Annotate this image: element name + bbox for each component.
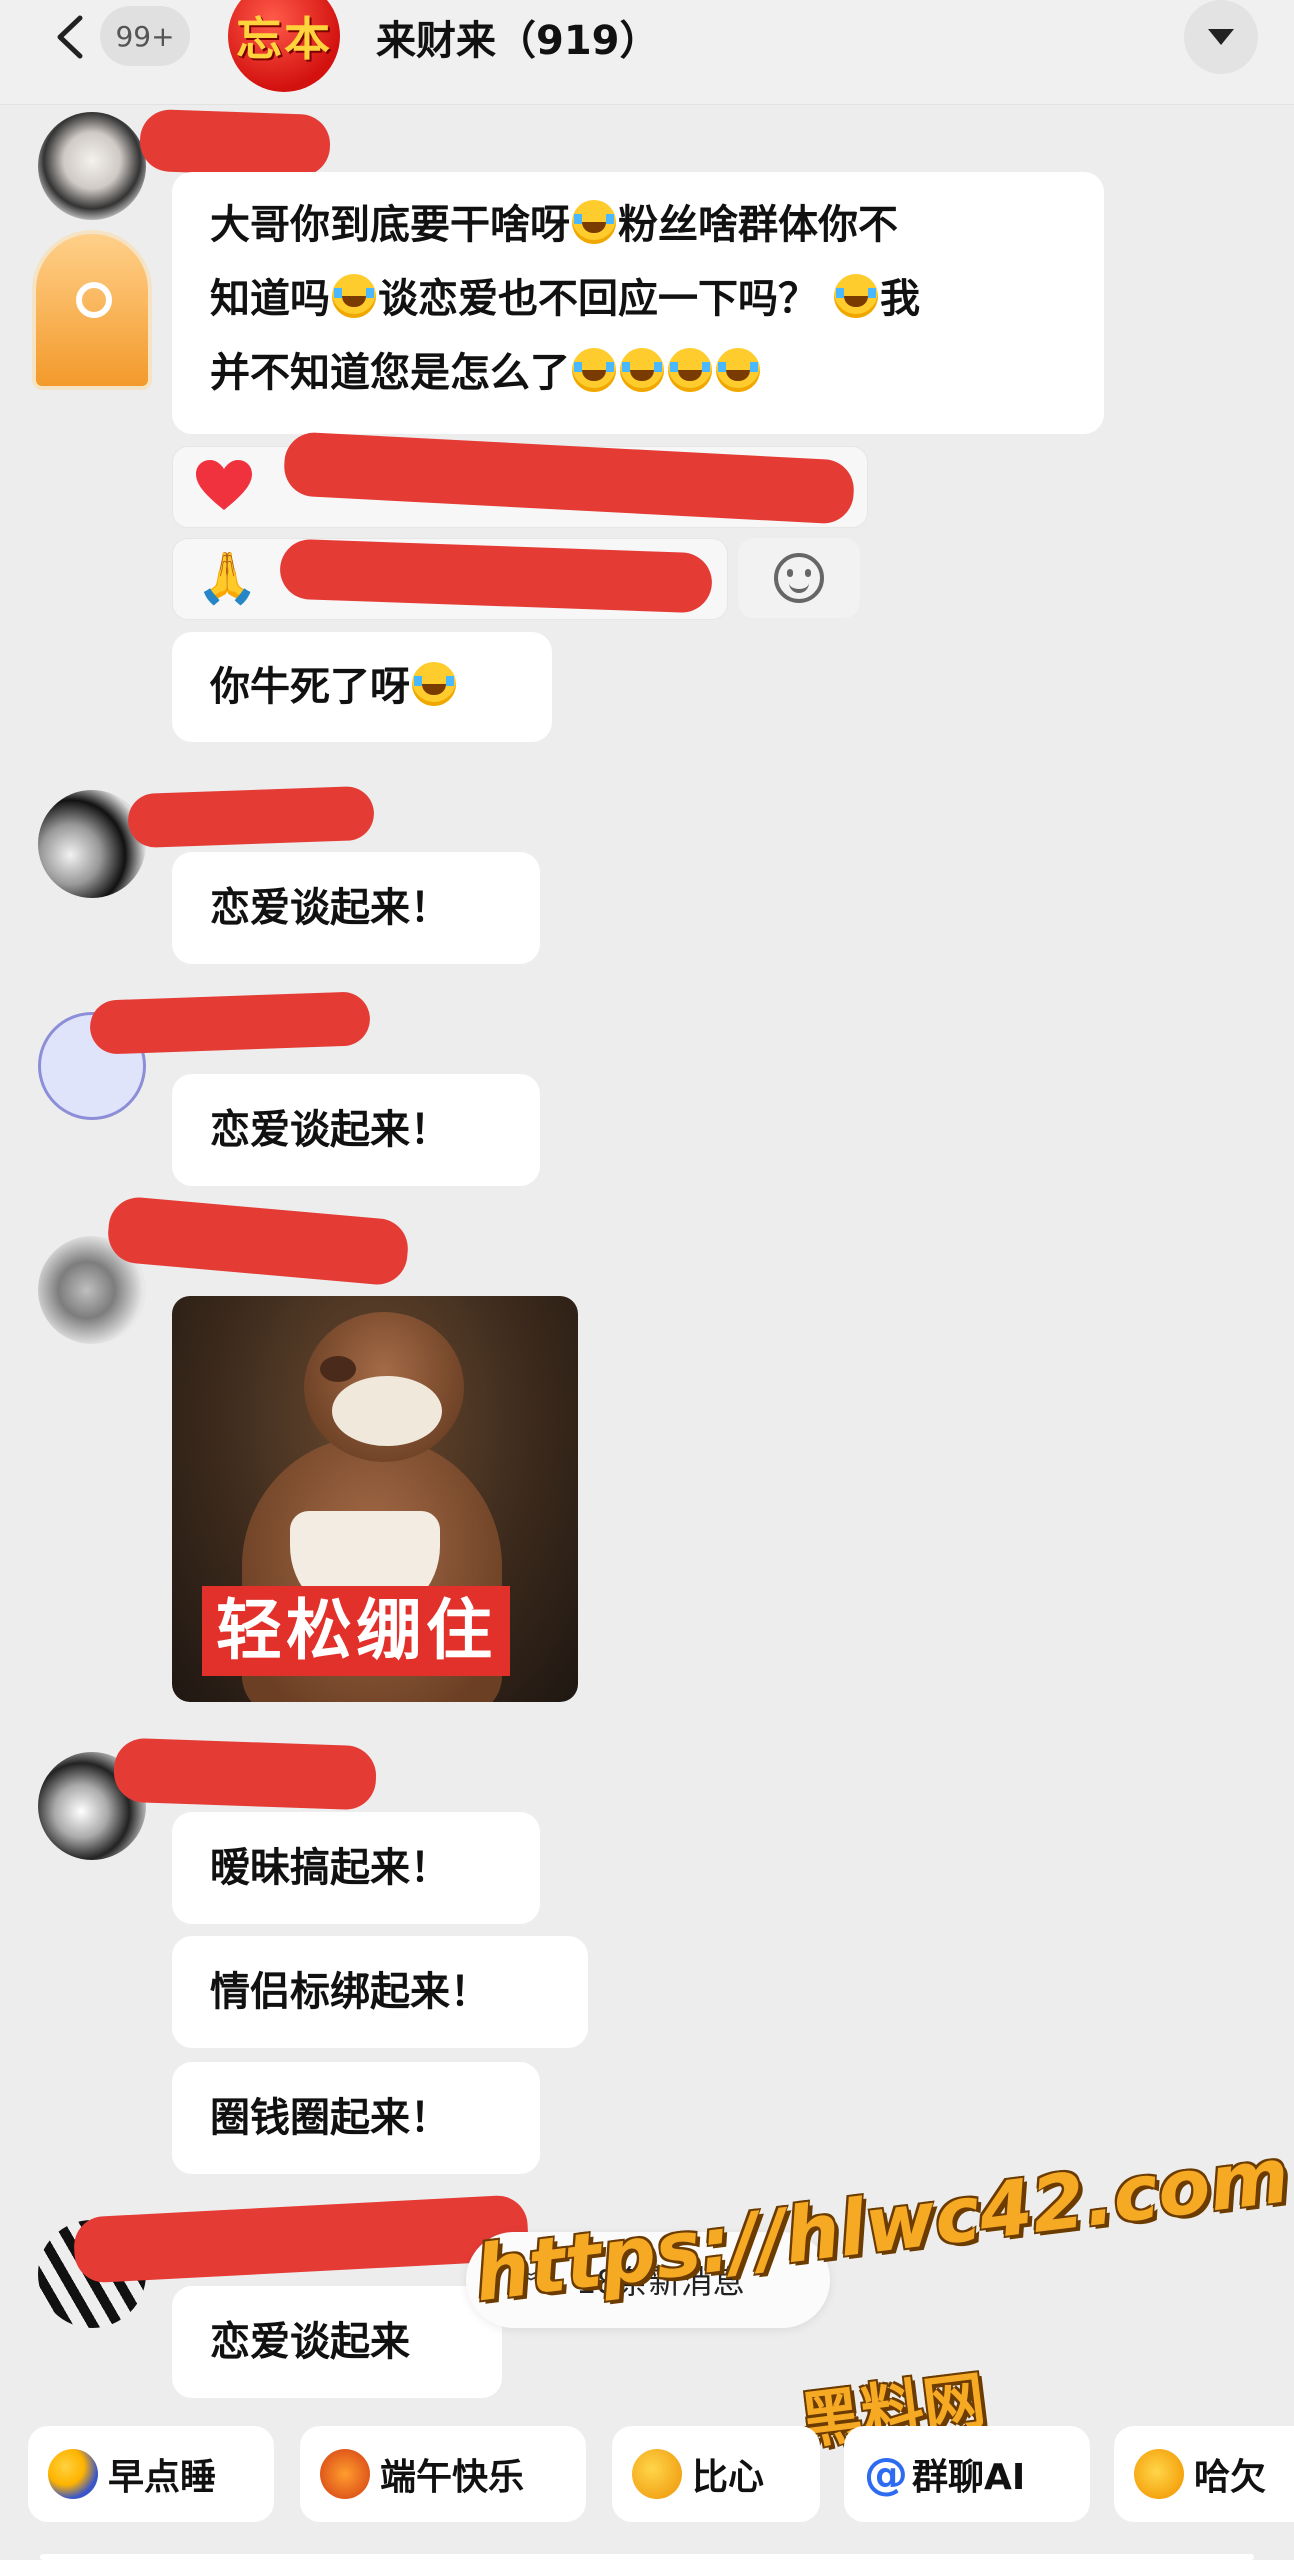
quick-reply-label: 群聊AI — [912, 2457, 1026, 2498]
yawn-icon — [1134, 2449, 1184, 2499]
message-bubble[interactable]: 大哥你到底要干啥呀 粉丝啥群体你不 知道吗 谈恋爱也不回应一下吗？ 我 并不知道您是… — [172, 172, 1104, 434]
smiley-icon — [774, 553, 824, 603]
name-redaction — [112, 1737, 378, 1811]
quick-reply-chip[interactable]: 哈欠 — [1114, 2426, 1294, 2522]
message-bubble[interactable]: 情侣标绑起来！ — [172, 1936, 588, 2048]
message-text: 大哥你到底要干啥呀 — [210, 202, 570, 248]
message-text: 情侣标绑起来！ — [210, 1969, 490, 2015]
message-bubble[interactable]: 暧昧搞起来！ — [172, 1812, 540, 1924]
door-badge-icon — [32, 230, 152, 390]
group-avatar[interactable]: 忘本 — [228, 0, 340, 92]
tears-of-joy-emoji-icon — [572, 348, 616, 392]
badge-ring-icon — [76, 282, 112, 318]
group-title[interactable]: 来财来（919） — [376, 8, 660, 66]
message-bubble[interactable]: 恋爱谈起来！ — [172, 852, 540, 964]
input-area-edge — [40, 2554, 1254, 2560]
name-redaction — [127, 785, 375, 849]
heart-reaction-icon — [196, 460, 252, 510]
dropdown-triangle-icon — [1208, 29, 1234, 45]
new-messages-label: 18条新消息 — [576, 2263, 745, 2301]
message-text: 知道吗 — [210, 276, 330, 322]
message-text: 我 — [879, 276, 920, 322]
quick-reply-chip[interactable]: 早点睡 — [28, 2426, 274, 2522]
add-reaction-button[interactable] — [738, 538, 860, 618]
avatar[interactable] — [38, 790, 146, 898]
group-avatar-text: 忘本 — [236, 12, 332, 66]
tears-of-joy-emoji-icon — [572, 200, 616, 244]
message-text: 恋爱谈起来！ — [210, 1107, 450, 1153]
unread-count-badge[interactable]: 99+ — [100, 6, 190, 66]
message-text: 圈钱圈起来！ — [210, 2095, 450, 2141]
message-text: 并不知道您是怎么了 — [210, 350, 570, 396]
message-text: 粉丝啥群体你不 — [618, 202, 898, 248]
message-text: 恋爱谈起来 — [210, 2319, 410, 2365]
back-arrow-icon[interactable] — [50, 12, 90, 62]
name-redaction — [138, 108, 332, 178]
message-bubble[interactable]: 恋爱谈起来！ — [172, 1074, 540, 1186]
message-bubble[interactable]: 恋爱谈起来 — [172, 2286, 502, 2398]
chat-header: 99+ 忘本 来财来（919） — [0, 0, 1294, 105]
sticker-caption: 轻松绷住 — [202, 1586, 510, 1676]
name-redaction — [89, 991, 371, 1055]
tears-of-joy-emoji-icon — [620, 348, 664, 392]
message-bubble[interactable]: 圈钱圈起来！ — [172, 2062, 540, 2174]
double-chevron-down-icon: ︾ — [516, 2266, 546, 2301]
quick-reply-chip[interactable]: 比心 — [612, 2426, 820, 2522]
message-text: 暧昧搞起来！ — [210, 1845, 450, 1891]
message-text: 谈恋爱也不回应一下吗？ — [378, 276, 818, 322]
name-redaction — [72, 2194, 530, 2284]
tears-of-joy-emoji-icon — [668, 348, 712, 392]
avatar[interactable] — [38, 112, 146, 220]
moon-icon — [48, 2449, 98, 2499]
quick-reply-label: 比心 — [692, 2457, 765, 2498]
quick-reply-label: 哈欠 — [1194, 2457, 1267, 2498]
name-redaction — [105, 1195, 411, 1287]
message-text: 你牛死了呀 — [210, 664, 410, 710]
bear-nose — [320, 1356, 356, 1382]
quick-reply-bar: 早点睡 端午快乐 比心 @ 群聊AI 哈欠 — [0, 2410, 1294, 2560]
at-icon: @ — [864, 2448, 908, 2500]
message-text: 恋爱谈起来！ — [210, 885, 450, 931]
tears-of-joy-emoji-icon — [332, 274, 376, 318]
message-bubble[interactable]: 你牛死了呀 — [172, 632, 552, 742]
bear-muzzle — [332, 1376, 442, 1446]
quick-reply-label: 早点睡 — [108, 2457, 217, 2498]
dragon-icon — [320, 2449, 370, 2499]
new-messages-button[interactable]: ︾ 18条新消息 — [466, 2232, 830, 2328]
pray-reaction-icon: 🙏 — [196, 549, 259, 607]
quick-reply-label: 端午快乐 — [380, 2457, 525, 2498]
quick-reply-chip[interactable]: 端午快乐 — [300, 2426, 586, 2522]
quick-reply-chip[interactable]: @ 群聊AI — [844, 2426, 1090, 2522]
tears-of-joy-emoji-icon — [833, 274, 878, 318]
tears-of-joy-emoji-icon — [412, 662, 456, 706]
sticker-image[interactable]: 轻松绷住 — [172, 1296, 578, 1702]
tears-of-joy-emoji-icon — [716, 348, 760, 392]
heart-hands-icon — [632, 2449, 682, 2499]
chat-menu-button[interactable] — [1184, 0, 1258, 74]
